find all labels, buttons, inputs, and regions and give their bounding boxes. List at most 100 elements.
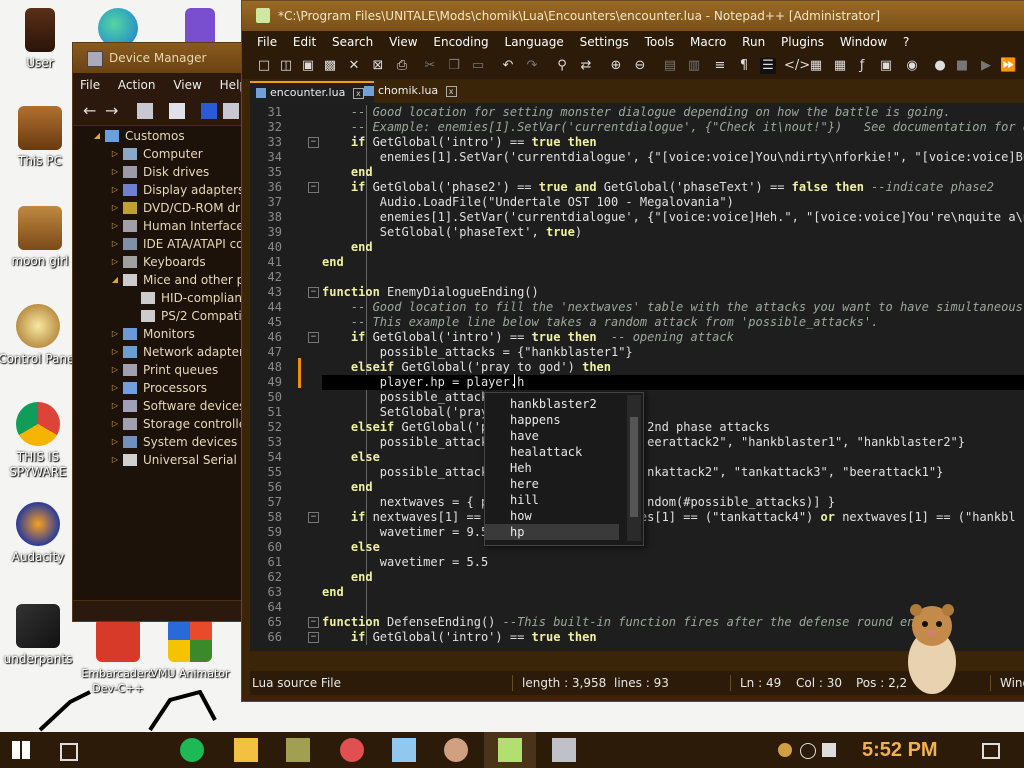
volume-muted-icon[interactable] bbox=[822, 743, 836, 757]
undo-icon[interactable]: ↶ bbox=[500, 58, 516, 74]
device-tree-item[interactable]: ◢ Mice and other pointing devices bbox=[73, 271, 243, 289]
globe-icon[interactable] bbox=[800, 743, 816, 759]
forward-arrow-icon[interactable]: → bbox=[105, 103, 121, 119]
dm-menu-file[interactable]: File bbox=[73, 78, 107, 92]
notepad-plus-plus-window[interactable]: *C:\Program Files\UNITALE\Mods\chomik\Lu… bbox=[241, 0, 1024, 702]
sync-horizontal-icon[interactable]: ▥ bbox=[686, 58, 702, 74]
dm-menu-action[interactable]: Action bbox=[111, 78, 163, 92]
zoom-in-icon[interactable]: ⊕ bbox=[608, 58, 624, 74]
device-tree-item[interactable]: ▷ Human Interface Devices bbox=[73, 217, 243, 235]
autocomplete-item[interactable]: hill bbox=[485, 492, 619, 508]
fold-toggle-icon[interactable]: − bbox=[308, 182, 319, 193]
desktop-icon-devcpp[interactable]: Embarcadero Dev-C++ bbox=[78, 618, 158, 696]
device-tree-item[interactable]: ▷ DVD/CD-ROM drives bbox=[73, 199, 243, 217]
autocomplete-scroll-thumb[interactable] bbox=[630, 417, 638, 517]
show-all-chars-icon[interactable]: ¶ bbox=[736, 58, 752, 74]
chevron-right-icon[interactable]: ▷ bbox=[109, 433, 121, 451]
desktop-icon-vmu[interactable]: VMU Animator bbox=[150, 618, 230, 681]
menu-edit[interactable]: Edit bbox=[287, 35, 322, 49]
chevron-down-icon[interactable]: ◢ bbox=[109, 271, 121, 289]
menu-window[interactable]: Window bbox=[834, 35, 893, 49]
chevron-right-icon[interactable]: ▷ bbox=[109, 415, 121, 433]
chevron-right-icon[interactable]: ▷ bbox=[109, 325, 121, 343]
autocomplete-popup[interactable]: hankblaster2 happens have healattack Heh here… bbox=[484, 392, 644, 546]
device-tree-item[interactable]: ▷ Software devices bbox=[73, 397, 243, 415]
chevron-right-icon[interactable]: ▷ bbox=[109, 379, 121, 397]
list-icon[interactable] bbox=[169, 103, 185, 119]
paint-palette-icon[interactable] bbox=[444, 738, 468, 762]
device-manager-window[interactable]: Device Manager File Action View Help ← →… bbox=[72, 42, 244, 622]
glass-app-icon[interactable] bbox=[392, 738, 416, 762]
desktop-icon-spyware[interactable]: THIS IS SPYWARE bbox=[0, 402, 78, 480]
macro-stop-icon[interactable]: ■ bbox=[954, 58, 970, 74]
function-list-icon[interactable]: ƒ bbox=[854, 58, 870, 74]
device-tree-item[interactable]: ▷ Disk drives bbox=[73, 163, 243, 181]
open-folder-icon[interactable]: ◫ bbox=[278, 58, 294, 74]
save-all-icon[interactable]: ▩ bbox=[322, 58, 338, 74]
fold-toggle-icon[interactable]: − bbox=[308, 512, 319, 523]
doc-list-icon[interactable]: ▦ bbox=[832, 58, 848, 74]
taskbar-active-notepad[interactable] bbox=[484, 732, 536, 768]
fold-toggle-icon[interactable]: − bbox=[308, 137, 319, 148]
menu-encoding[interactable]: Encoding bbox=[427, 35, 494, 49]
chevron-right-icon[interactable]: ▷ bbox=[109, 397, 121, 415]
device-tree-item[interactable]: PS/2 Compatible Mouse bbox=[73, 307, 243, 325]
tab-close-icon[interactable]: x bbox=[445, 85, 457, 97]
properties-icon[interactable] bbox=[137, 103, 153, 119]
menu-macro[interactable]: Macro bbox=[684, 35, 732, 49]
device-tree-item[interactable]: ▷ Universal Serial Bus controllers bbox=[73, 451, 243, 469]
zoom-out-icon[interactable]: ⊖ bbox=[632, 58, 648, 74]
chevron-down-icon[interactable]: ◢ bbox=[91, 127, 103, 145]
close-all-icon[interactable]: ⊠ bbox=[370, 58, 386, 74]
chevron-right-icon[interactable]: ▷ bbox=[109, 361, 121, 379]
chevron-right-icon[interactable]: ▷ bbox=[109, 235, 121, 253]
device-tree-item[interactable]: ▷ Monitors bbox=[73, 325, 243, 343]
fold-toggle-icon[interactable]: − bbox=[308, 617, 319, 628]
game-app-icon[interactable] bbox=[286, 738, 310, 762]
device-tree-item[interactable]: ▷ Processors bbox=[73, 379, 243, 397]
notification-icon[interactable] bbox=[982, 743, 1000, 759]
monitor-icon[interactable]: ▣ bbox=[878, 58, 894, 74]
back-arrow-icon[interactable]: ← bbox=[83, 103, 99, 119]
dm-menu-help[interactable]: Help bbox=[213, 78, 243, 92]
taskbar-clock[interactable]: 5:52 PM bbox=[862, 732, 938, 768]
menu-view[interactable]: View bbox=[383, 35, 423, 49]
help-icon[interactable] bbox=[201, 103, 217, 119]
menu-language[interactable]: Language bbox=[499, 35, 570, 49]
chevron-right-icon[interactable]: ▷ bbox=[109, 217, 121, 235]
device-tree-item[interactable]: ▷ Display adapters bbox=[73, 181, 243, 199]
code-editor[interactable]: 31 32 33 34 35 36 37 38 39 40 41 42 43 44 45 46 47 48 49 50… bbox=[250, 103, 1024, 651]
spotify-icon[interactable] bbox=[180, 738, 204, 762]
word-wrap-icon[interactable]: ≡ bbox=[712, 58, 728, 74]
menu-help[interactable]: ? bbox=[897, 35, 915, 49]
desktop-icon-user[interactable]: User bbox=[0, 8, 80, 71]
autocomplete-scrollbar[interactable] bbox=[627, 395, 641, 541]
desktop-icon-this-pc[interactable]: This PC bbox=[0, 106, 80, 169]
fold-toggle-icon[interactable]: − bbox=[308, 287, 319, 298]
notepad-titlebar[interactable]: *C:\Program Files\UNITALE\Mods\chomik\Lu… bbox=[242, 1, 1024, 31]
macro-record-dot-icon[interactable]: ● bbox=[932, 58, 948, 74]
device-tree-item[interactable]: ▷ System devices bbox=[73, 433, 243, 451]
device-tree-item[interactable]: HID-compliant mouse bbox=[73, 289, 243, 307]
menu-file[interactable]: File bbox=[251, 35, 283, 49]
macro-play-icon[interactable]: ▶ bbox=[978, 58, 994, 74]
autocomplete-item[interactable]: have bbox=[485, 428, 619, 444]
menu-search[interactable]: Search bbox=[326, 35, 379, 49]
copy-icon[interactable]: ❐ bbox=[446, 58, 462, 74]
chevron-right-icon[interactable]: ▷ bbox=[109, 343, 121, 361]
dm-menu-view[interactable]: View bbox=[166, 78, 208, 92]
replace-icon[interactable]: ⇄ bbox=[578, 58, 594, 74]
device-tree-item[interactable]: ▷ IDE ATA/ATAPI controllers bbox=[73, 235, 243, 253]
audio-indicator-icon[interactable] bbox=[778, 743, 792, 757]
redo-icon[interactable]: ↷ bbox=[524, 58, 540, 74]
autocomplete-item[interactable]: healattack bbox=[485, 444, 619, 460]
save-icon[interactable]: ▣ bbox=[300, 58, 316, 74]
device-tree-item[interactable]: ▷ Storage controllers bbox=[73, 415, 243, 433]
menu-settings[interactable]: Settings bbox=[574, 35, 635, 49]
sync-vertical-icon[interactable]: ▤ bbox=[662, 58, 678, 74]
new-file-icon[interactable]: □ bbox=[256, 58, 272, 74]
find-icon[interactable]: ⚲ bbox=[554, 58, 570, 74]
xml-tags-icon[interactable]: </> bbox=[784, 58, 810, 74]
autocomplete-item[interactable]: hp bbox=[485, 524, 619, 540]
tab-encounter-lua[interactable]: encounter.lua x bbox=[250, 81, 374, 103]
